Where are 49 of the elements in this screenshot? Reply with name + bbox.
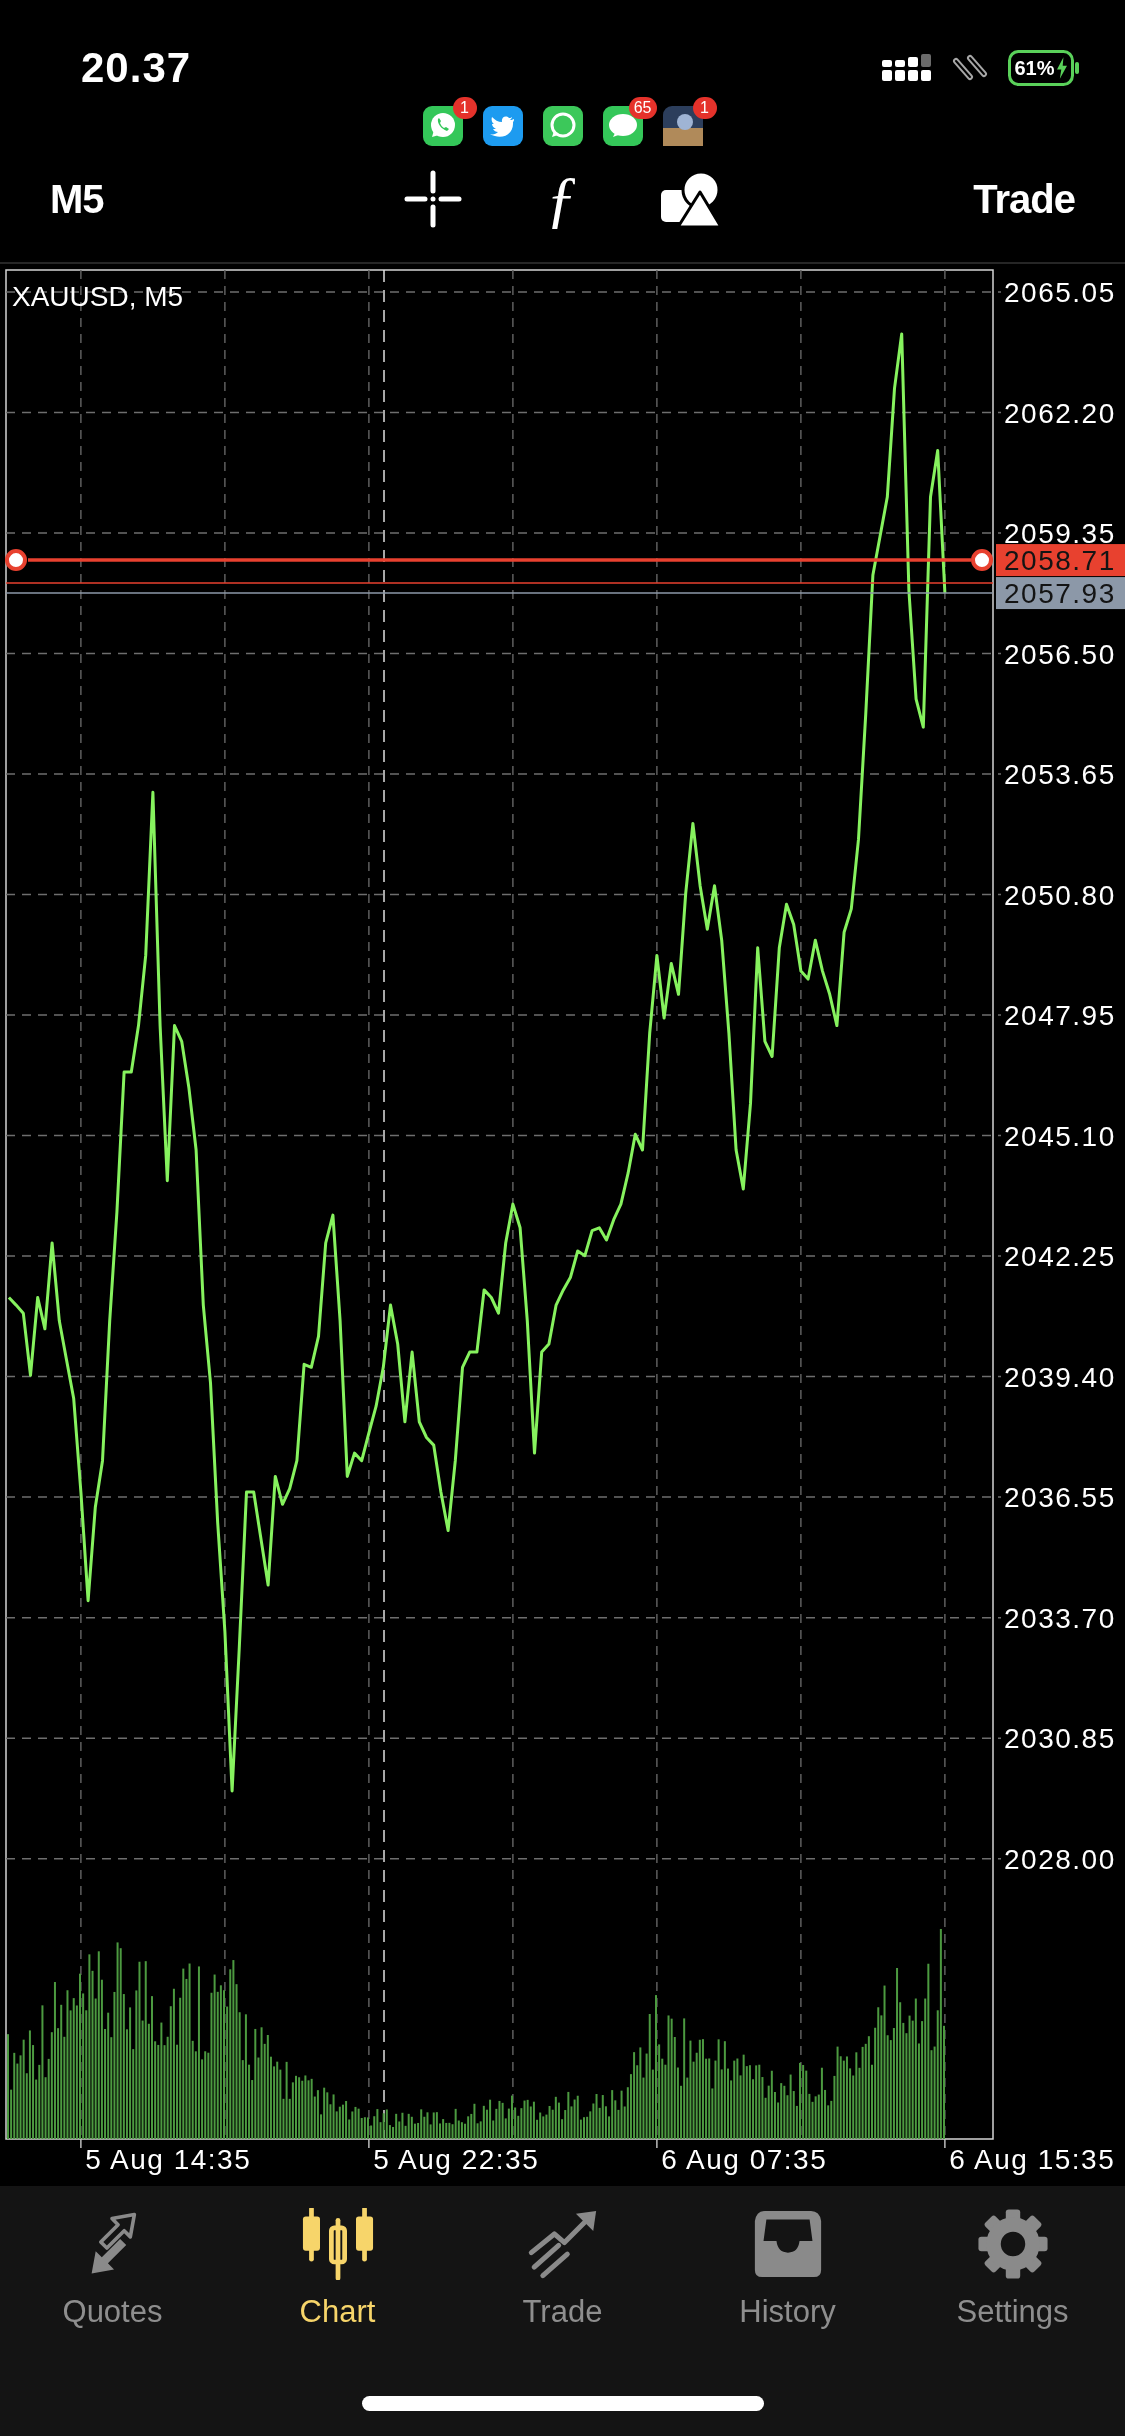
chart-title: XAUUSD, M5 [12,281,184,312]
trend-arrow-icon [526,2208,599,2280]
price-axis-label: 2050.80 [1004,879,1116,911]
tab[interactable]: Chart [225,2186,450,2330]
ref-line-label: 2057.93 [1004,578,1116,610]
link-icon [952,53,988,83]
price-axis-label: 2039.40 [1004,1361,1116,1393]
crosshair-icon [404,170,462,228]
tab[interactable]: Settings [900,2186,1125,2330]
price-badge: 2057.93 [996,577,1125,610]
crosshair-button[interactable] [404,170,462,228]
shapes-icon [661,170,721,228]
time-axis-label: 6 Aug 07:35 [661,2144,828,2175]
chat-ring-app-icon[interactable] [542,106,583,146]
bird-app-icon[interactable] [482,106,523,146]
settings-icon [976,2208,1049,2280]
timeframe-button[interactable]: M5 [50,179,104,219]
price-axis-label: 2062.20 [1004,397,1116,429]
objects-button[interactable] [661,170,721,228]
price-axis-label: 2036.55 [1004,1482,1116,1514]
price-badge: 2058.71 [996,544,1125,577]
price-axis-label: 2030.85 [1004,1723,1116,1755]
status-time: 20.37 [81,47,192,89]
battery-percentage: 61% [1014,58,1055,78]
price-axis-label: 2047.95 [1004,1000,1116,1032]
time-axis-label: 5 Aug 22:35 [373,2144,540,2175]
price-axis-label: 2028.00 [1004,1843,1116,1875]
notification-badge: 65 [628,97,657,119]
trade-button[interactable]: Trade [973,179,1075,219]
drag-handle-icon[interactable] [5,549,27,572]
price-axis-label: 2065.05 [1004,277,1116,308]
phone-bubble-app-icon[interactable] [422,106,463,146]
drag-handle-icon[interactable] [971,549,993,572]
time-axis-label: 5 Aug 14:35 [85,2144,252,2175]
candlestick-icon [301,2208,374,2280]
price-axis-label: 2042.25 [1004,1241,1116,1273]
price-axis-label: 2045.10 [1004,1120,1116,1152]
signal-icon [882,54,932,82]
price-axis-label: 2056.50 [1004,638,1116,670]
price-axis-label: 2033.70 [1004,1602,1116,1634]
function-button[interactable]: ƒ [541,167,582,231]
notification-badge: 1 [692,97,717,119]
notification-badge: 1 [452,97,477,119]
price-axis-label: 2053.65 [1004,759,1116,791]
tab[interactable]: Quotes [0,2186,225,2330]
time-axis-label: 6 Aug 15:35 [949,2144,1116,2175]
tab[interactable]: History [675,2186,900,2330]
tab[interactable]: Trade [450,2186,675,2330]
picture-app-icon[interactable] [662,106,703,146]
